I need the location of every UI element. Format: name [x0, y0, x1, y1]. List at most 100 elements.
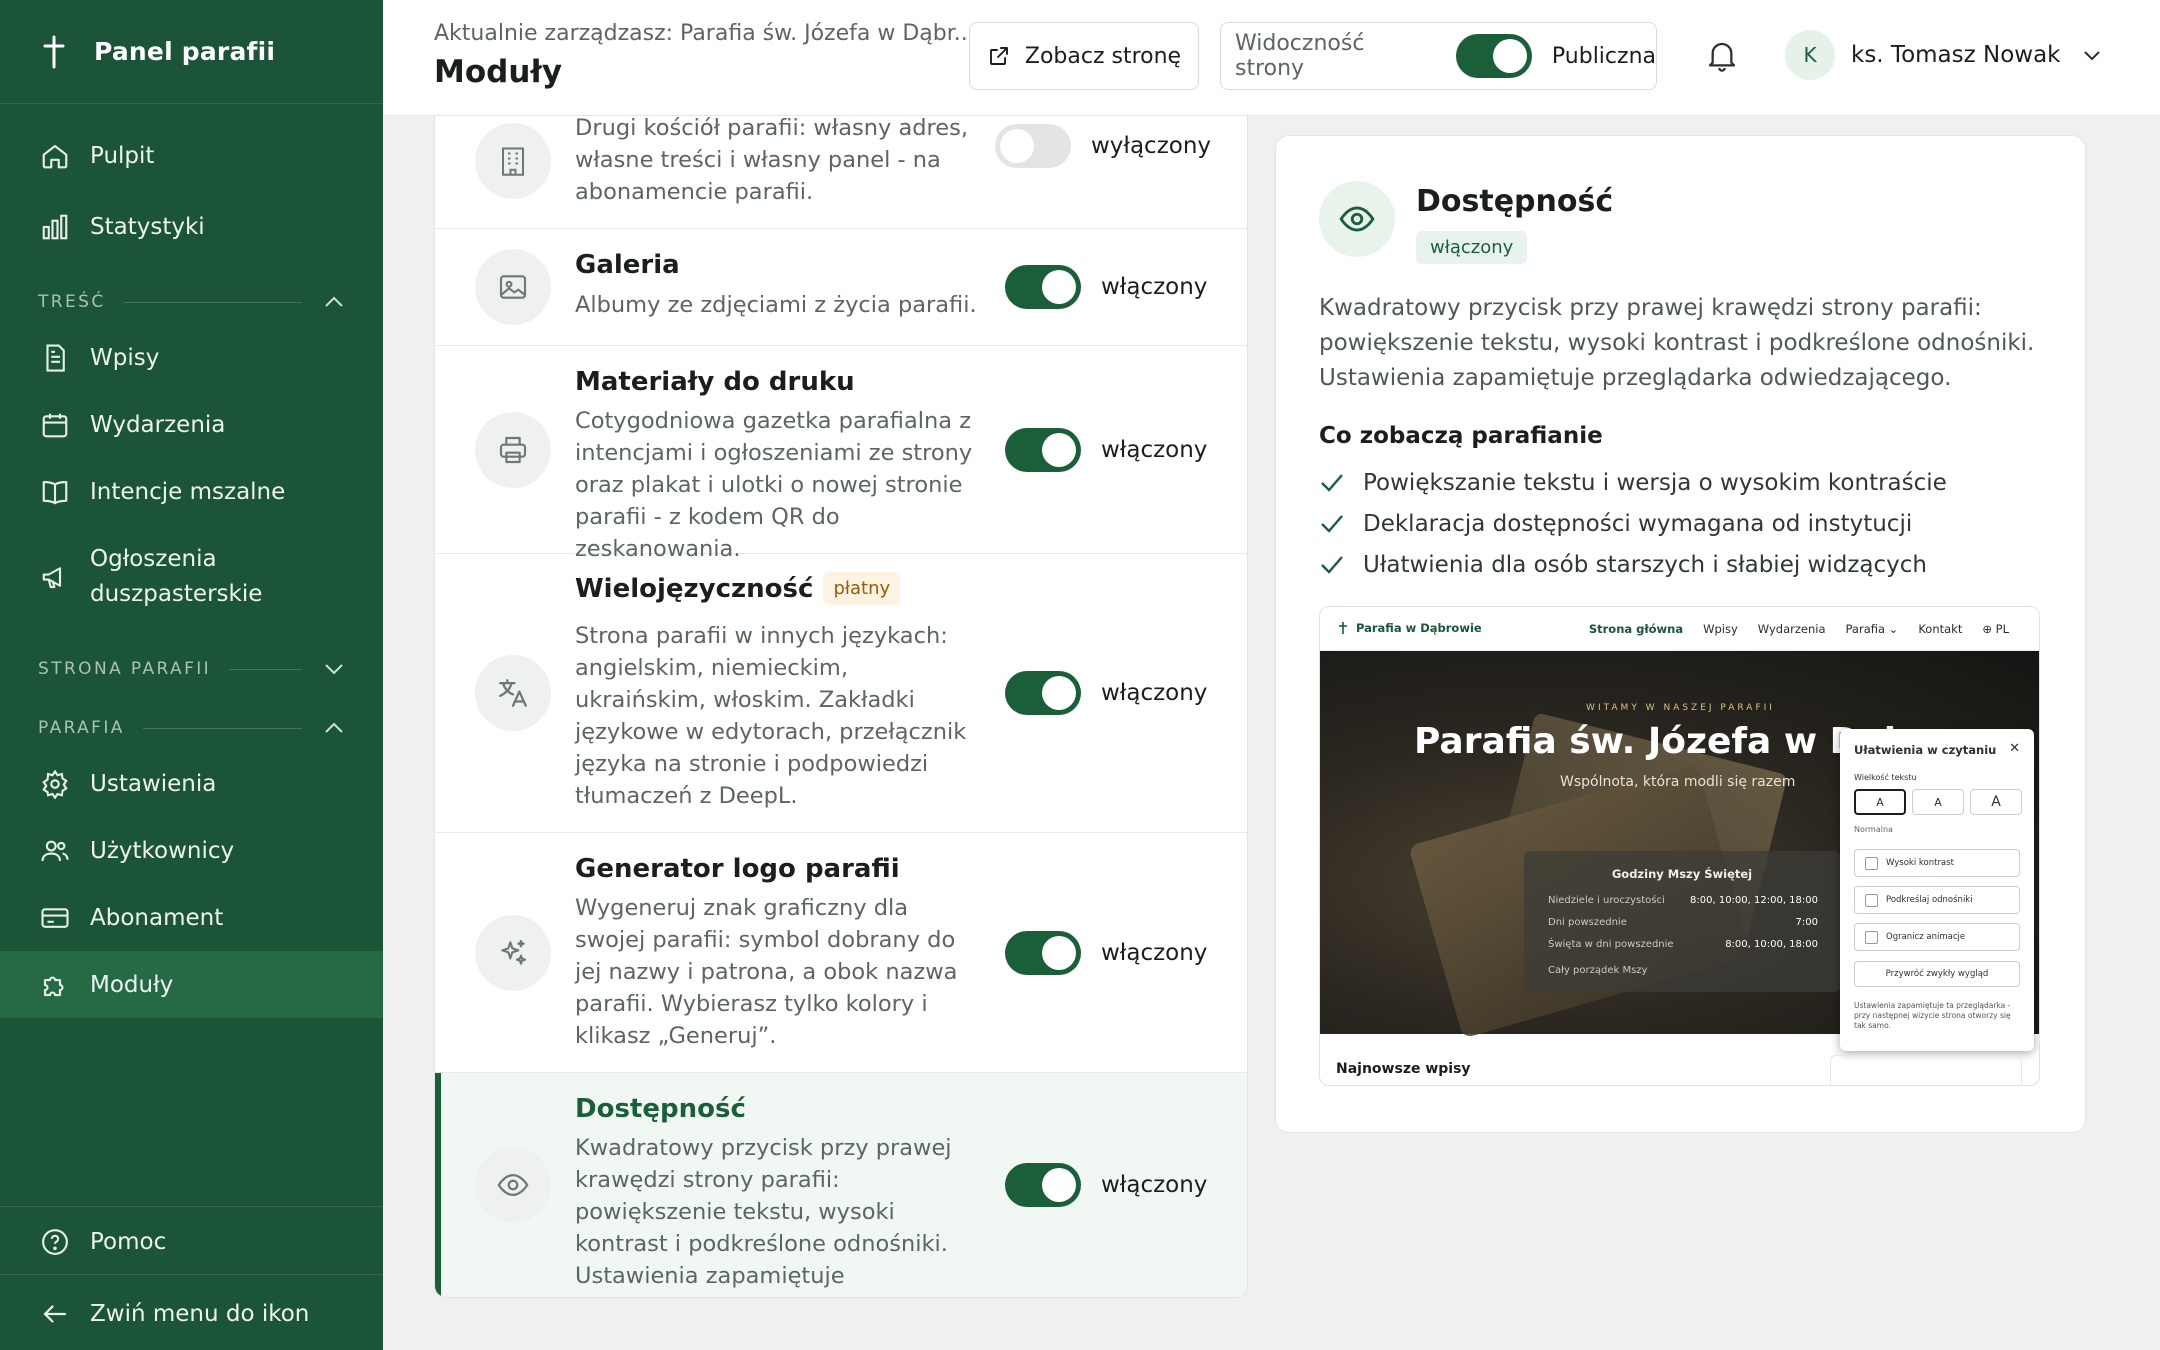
row-label: Dni powszednie: [1548, 917, 1627, 928]
preview-link: Strona główna: [1588, 622, 1684, 636]
preview-nav: Parafia w Dąbrowie Strona główna Wpisy W…: [1320, 607, 2039, 651]
module-row-galeria[interactable]: Galeria Albumy ze zdjęciami z życia para…: [435, 229, 1247, 346]
chevron-down-icon: [324, 663, 344, 675]
sidebar-item-statystyki[interactable]: Statystyki: [0, 203, 383, 251]
eye-icon: [475, 1147, 551, 1223]
module-row-materialy[interactable]: Materiały do druku Cotygodniowa gazetka …: [435, 346, 1247, 562]
module-desc: Drugi kościół parafii: własny adres, włas…: [575, 116, 980, 208]
row-value: 7:00: [1795, 917, 1818, 928]
book-icon: [38, 475, 72, 509]
users-icon: [38, 834, 72, 868]
feature-text: Ułatwienia dla osób starszych i słabiej …: [1363, 551, 1927, 578]
site-preview: Parafia w Dąbrowie Strona główna Wpisy W…: [1319, 606, 2040, 1086]
visibility-toggle[interactable]: [1455, 34, 1532, 78]
module-toggle[interactable]: [1005, 931, 1081, 975]
feature-text: Powiększanie tekstu i wersja o wysokim k…: [1363, 469, 1947, 496]
sidebar-collapse-button[interactable]: Zwiń menu do ikon: [0, 1290, 383, 1338]
checkbox-icon: [1865, 893, 1878, 907]
section-parafia[interactable]: PARAFIA: [38, 716, 344, 740]
module-toggle[interactable]: [1005, 671, 1081, 715]
module-desc: Strona parafii w innych językach: angiel…: [575, 623, 967, 809]
module-toggle-group: wyłączony: [995, 124, 1211, 168]
page-title: Moduły: [434, 54, 563, 90]
module-toggle-group: włączony: [1005, 265, 1207, 309]
popup-option: Wysoki kontrast: [1854, 849, 2020, 877]
cross-icon: [1338, 621, 1348, 635]
sidebar-item-wydarzenia[interactable]: Wydarzenia: [0, 401, 383, 449]
check-icon: [1319, 513, 1345, 535]
module-status: włączony: [1101, 680, 1208, 706]
preview-link-text: Parafia: [1845, 622, 1886, 636]
module-row-generator-logo[interactable]: Generator logo parafii Wygeneruj znak gr…: [435, 833, 1247, 1073]
topbar: Aktualnie zarządzasz: Parafia św. Józefa…: [383, 0, 2160, 116]
popup-size-buttons: A A A: [1854, 789, 2022, 815]
status-badge: włączony: [1416, 231, 1528, 264]
module-toggle[interactable]: [1005, 1163, 1081, 1207]
puzzle-icon: [38, 968, 72, 1002]
sidebar-item-label: Moduły: [90, 971, 174, 998]
bar-chart-icon: [38, 210, 72, 244]
checkbox-icon: [1865, 930, 1878, 944]
module-list: Drugi kościół parafii: własny adres, włas…: [434, 116, 1248, 1298]
section-strona[interactable]: STRONA PARAFII: [38, 657, 344, 681]
visibility-value: Publiczna: [1551, 43, 1656, 69]
sidebar-item-uzytkownicy[interactable]: Użytkownicy: [0, 827, 383, 875]
sidebar-item-moduly[interactable]: Moduły: [0, 951, 383, 1018]
sidebar-item-intencje[interactable]: Intencje mszalne: [0, 468, 383, 516]
sidebar-item-ogloszenia[interactable]: Ogłoszenia duszpasterskie: [0, 538, 383, 616]
sidebar-item-label: Intencje mszalne: [90, 479, 286, 505]
option-label: Ogranicz animacje: [1886, 932, 1966, 942]
module-row-parish-church[interactable]: Drugi kościół parafii: własny adres, włas…: [435, 116, 1247, 229]
module-desc-line: własne treści i własny panel - na: [575, 147, 941, 173]
preview-link: Wpisy: [1703, 622, 1738, 636]
module-title-text: Wielojęzyczność: [575, 573, 814, 604]
printer-icon: [475, 412, 551, 488]
module-row-wielojezycznosc[interactable]: Wielojęzyczność płatny Strona parafii w i…: [435, 554, 1247, 833]
eye-icon: [1319, 181, 1395, 257]
sidebar-item-ustawienia[interactable]: Ustawienia: [0, 760, 383, 808]
size-option: A: [1912, 789, 1964, 815]
module-toggle[interactable]: [1005, 265, 1081, 309]
feature-item: Ułatwienia dla osób starszych i słabiej …: [1319, 544, 1947, 585]
paid-badge: płatny: [823, 572, 901, 605]
module-row-dostepnosc[interactable]: Dostępność Kwadratowy przycisk przy praw…: [435, 1073, 1247, 1297]
popup-title: Ułatwienia w czytaniu: [1854, 743, 1997, 757]
sidebar-item-wpisy[interactable]: Wpisy: [0, 334, 383, 382]
module-toggle[interactable]: [1005, 428, 1081, 472]
sidebar-item-label: Ogłoszenia duszpasterskie: [90, 542, 262, 612]
sidebar-brand[interactable]: Panel parafii: [0, 0, 383, 104]
preview-hero-sub: Wspólnota, która modli się razem: [1560, 774, 1796, 790]
detail-desc: Kwadratowy przycisk przy prawej krawędzi…: [1319, 295, 2035, 391]
module-toggle-group: włączony: [1005, 428, 1207, 472]
sidebar-item-pomoc[interactable]: Pomoc: [0, 1218, 383, 1266]
arrow-left-icon: [38, 1297, 72, 1331]
calendar-icon: [38, 408, 72, 442]
section-tresc[interactable]: TREŚĆ: [38, 290, 344, 314]
detail-title: Dostępność: [1416, 184, 1614, 219]
module-desc-line: abonamencie parafii.: [575, 179, 814, 205]
sidebar-item-label: Zwiń menu do ikon: [90, 1301, 310, 1327]
bell-icon[interactable]: [1706, 38, 1738, 74]
sidebar-item-pulpit[interactable]: Pulpit: [0, 132, 383, 180]
option-label: Wysoki kontrast: [1886, 858, 1954, 868]
preview-bottom-box: [1830, 1055, 2022, 1085]
user-menu[interactable]: K ks. Tomasz Nowak: [1785, 30, 2101, 80]
popup-note: Ustawienia zapamiętuje ta przeglądarka -…: [1854, 1001, 2011, 1030]
brand-title: Panel parafii: [94, 37, 276, 66]
module-desc: Wygeneruj znak graficzny dla swojej para…: [575, 895, 958, 1049]
module-toggle[interactable]: [995, 124, 1071, 168]
preview-lang: ⊕ PL: [1982, 622, 2009, 636]
chevron-down-icon: [2083, 49, 2101, 61]
sidebar-item-abonament[interactable]: Abonament: [0, 894, 383, 942]
label-line-1: Ogłoszenia: [90, 546, 217, 572]
close-icon: ✕: [2009, 741, 2020, 756]
sidebar-item-label: Wpisy: [90, 345, 160, 371]
preview-lang-text: PL: [1995, 622, 2009, 636]
feature-text: Deklaracja dostępności wymagana od insty…: [1363, 510, 1913, 537]
sidebar-item-label: Wydarzenia: [90, 412, 226, 438]
visibility-label: Widoczność strony: [1235, 31, 1365, 81]
view-site-button[interactable]: Zobacz stronę: [969, 22, 1199, 90]
sparkles-icon: [475, 915, 551, 991]
document-icon: [38, 341, 72, 375]
sidebar: Panel parafii Pulpit Statystyki TREŚĆ Wp…: [0, 0, 383, 1350]
